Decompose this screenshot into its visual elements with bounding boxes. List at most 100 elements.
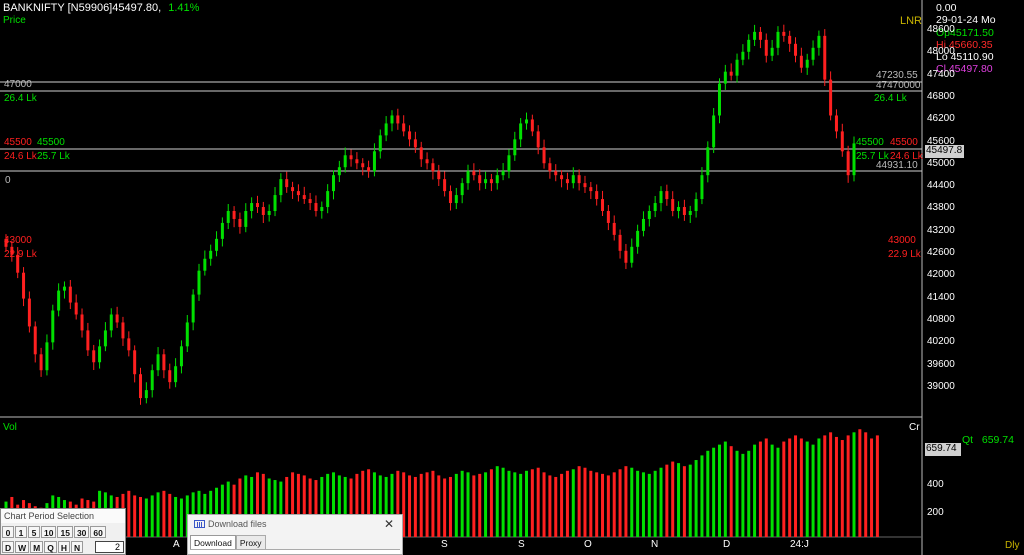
volume-bar — [729, 446, 733, 537]
x-label-s: S — [441, 539, 448, 550]
candle-body — [823, 35, 827, 80]
candle-body — [425, 159, 429, 164]
candle-body — [261, 207, 265, 215]
period-btn-1[interactable]: 1 — [15, 526, 27, 538]
candle-body — [144, 390, 148, 399]
volume-bar — [706, 450, 710, 537]
candle-body — [408, 131, 412, 140]
x-label-d: D — [723, 539, 731, 550]
volume-bar — [542, 472, 546, 537]
volume-bar — [408, 475, 412, 537]
level-45500-left-a: 45500 — [4, 137, 32, 148]
volume-bar — [647, 473, 651, 537]
candle-body — [226, 211, 230, 223]
x-label-a: A — [173, 539, 180, 550]
candle-body — [782, 31, 786, 36]
volume-bar — [560, 473, 564, 537]
candle-body — [682, 207, 686, 215]
candle-body — [712, 115, 716, 148]
period-value-input[interactable]: 2 — [95, 541, 124, 553]
timeframe-label[interactable]: Dly — [1005, 540, 1019, 551]
volume-bar — [823, 435, 827, 537]
close-icon[interactable]: ✕ — [384, 517, 394, 531]
candle-body — [413, 139, 417, 148]
volume-bar — [595, 472, 599, 537]
candle-body — [805, 59, 809, 68]
period-btn-n[interactable]: N — [71, 541, 84, 553]
price-axis-label: 44400 — [927, 180, 955, 192]
price-volume-chart[interactable] — [0, 0, 1024, 555]
period-btn-h[interactable]: H — [57, 541, 71, 553]
volume-bar — [712, 447, 716, 537]
info-value: 0.00 — [936, 2, 957, 14]
volume-bar — [484, 472, 488, 537]
volume-bar — [758, 441, 762, 537]
candle-body — [291, 187, 295, 192]
x-label-s2: S — [518, 539, 525, 550]
price-axis-label: 42000 — [927, 269, 955, 281]
volume-bar — [168, 493, 172, 537]
candle-body — [27, 298, 31, 327]
period-btn-15[interactable]: 15 — [57, 526, 73, 538]
volume-bar — [478, 473, 482, 537]
volume-bar — [641, 472, 645, 537]
candle-body — [168, 370, 172, 383]
period-btn-10[interactable]: 10 — [41, 526, 57, 538]
volume-bar — [507, 470, 511, 537]
period-row-higher: D W M Q H N — [2, 541, 84, 553]
candle-body — [68, 286, 72, 303]
volume-bar — [472, 475, 476, 537]
price-axis-label: 45000 — [927, 157, 955, 169]
candle-body — [811, 47, 815, 60]
volume-bar — [565, 470, 569, 537]
scale-mode-label[interactable]: LNR — [900, 15, 922, 27]
volume-bar — [717, 444, 721, 537]
period-btn-0[interactable]: 0 — [2, 526, 14, 538]
candle-body — [770, 47, 774, 56]
period-btn-30[interactable]: 30 — [73, 526, 90, 538]
volume-bar — [624, 466, 628, 537]
volume-bar — [864, 432, 868, 537]
candle-body — [396, 115, 400, 124]
candle-body — [758, 31, 762, 40]
candle-body — [174, 366, 178, 383]
chart-window: BANKNIFTY [N59906]45497.80, 1.41% Price … — [0, 0, 1024, 555]
period-btn-60[interactable]: 60 — [90, 526, 106, 538]
volume-bar — [554, 476, 558, 537]
price-axis-label: 41400 — [927, 291, 955, 303]
candle-body — [92, 350, 96, 363]
candle-body — [694, 199, 698, 211]
level-43000-left: 43000 — [4, 235, 32, 246]
volume-bar — [747, 450, 751, 537]
tab-download[interactable]: Download — [190, 535, 236, 549]
volume-bar — [682, 466, 686, 537]
volume-bars-group — [4, 429, 879, 537]
change-percent: 1.41% — [168, 2, 200, 14]
period-btn-w[interactable]: W — [15, 541, 30, 553]
candle-body — [653, 203, 657, 211]
volume-bar — [753, 444, 757, 537]
candle-body — [817, 35, 821, 48]
candle-body — [560, 175, 564, 180]
volume-bar — [764, 438, 768, 537]
volume-bar — [524, 470, 528, 537]
period-btn-5[interactable]: 5 — [28, 526, 40, 538]
volume-bar — [127, 490, 131, 537]
price-axis-label: 43200 — [927, 224, 955, 236]
period-btn-m[interactable]: M — [30, 541, 44, 553]
period-btn-d[interactable]: D — [2, 541, 15, 553]
price-axis-label: 47400 — [927, 68, 955, 80]
tab-proxy[interactable]: Proxy — [235, 535, 266, 549]
candle-body — [320, 207, 324, 211]
volume-bar — [583, 467, 587, 537]
candle-body — [250, 203, 254, 211]
volume-bar — [536, 467, 540, 537]
period-btn-q[interactable]: Q — [44, 541, 57, 553]
volume-bar — [139, 496, 143, 537]
candle-body — [595, 191, 599, 200]
download-dialog-titlebar[interactable]: Download files — [194, 519, 267, 529]
candle-body — [302, 195, 306, 200]
volume-bar — [577, 466, 581, 537]
volume-bar — [694, 460, 698, 537]
candle-body — [659, 191, 663, 204]
